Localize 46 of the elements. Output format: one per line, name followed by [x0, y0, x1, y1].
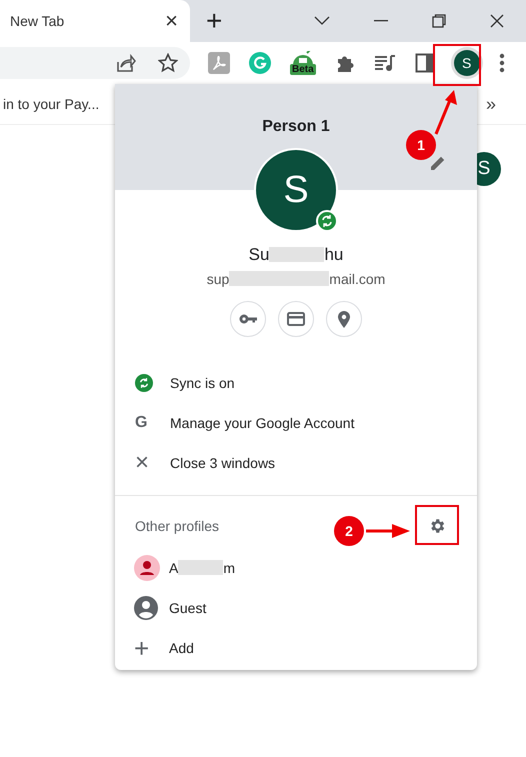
new-tab-button[interactable]: + [206, 7, 222, 35]
key-icon [239, 314, 257, 324]
location-pin-button[interactable] [326, 301, 362, 337]
sync-icon [135, 374, 153, 392]
minimize-icon[interactable] [374, 20, 388, 22]
payment-card-button[interactable] [278, 301, 314, 337]
restore-icon[interactable] [432, 14, 446, 28]
profile-item[interactable]: A m [115, 548, 477, 588]
close-tab-button[interactable]: × [165, 10, 178, 32]
google-icon: G [135, 414, 148, 432]
profile-email: sup mail.com [206, 271, 386, 287]
tab-title: New Tab [10, 13, 64, 29]
menu-item[interactable]: G Manage your Google Account [115, 403, 477, 443]
beta-badge: Beta [290, 64, 316, 75]
menu-item[interactable]: Sync is on [115, 363, 477, 403]
browser-tab[interactable]: New Tab × [0, 0, 190, 42]
menu-icon[interactable] [498, 53, 505, 73]
star-icon[interactable] [158, 53, 178, 73]
credit-card-icon [287, 312, 305, 326]
share-icon[interactable] [116, 54, 136, 72]
annotation-arrow [366, 523, 410, 539]
beta-extension-button[interactable]: Beta [290, 51, 316, 75]
menu-item[interactable]: × Close 3 windows [115, 443, 477, 483]
dropdown-icon[interactable] [314, 16, 330, 26]
annotation-arrow [432, 88, 460, 136]
profile-name: Su hu [248, 245, 344, 265]
add-icon: + [134, 635, 150, 661]
address-bar[interactable] [0, 47, 190, 79]
passwords-button[interactable] [230, 301, 266, 337]
profile-item[interactable]: + Add [115, 628, 477, 668]
highlight-frame [433, 44, 481, 86]
profile-avatar-button[interactable]: S [454, 50, 480, 76]
pencil-icon[interactable] [430, 155, 446, 171]
side-panel-icon[interactable] [414, 53, 435, 73]
close-icon: × [135, 451, 150, 475]
bookmark-item[interactable]: in to your Pay... [3, 96, 100, 112]
playlist-icon[interactable] [374, 54, 396, 72]
highlight-frame [415, 505, 459, 545]
person-avatar-icon [134, 555, 160, 581]
close-icon[interactable] [490, 14, 504, 28]
section-label: Other profiles [135, 518, 220, 534]
profile-title: Person 1 [262, 118, 330, 136]
guest-avatar-icon [134, 596, 158, 620]
profile-item[interactable]: Guest [115, 588, 477, 628]
bookmarks-overflow-button[interactable]: » [486, 94, 496, 114]
location-pin-icon [338, 310, 350, 328]
